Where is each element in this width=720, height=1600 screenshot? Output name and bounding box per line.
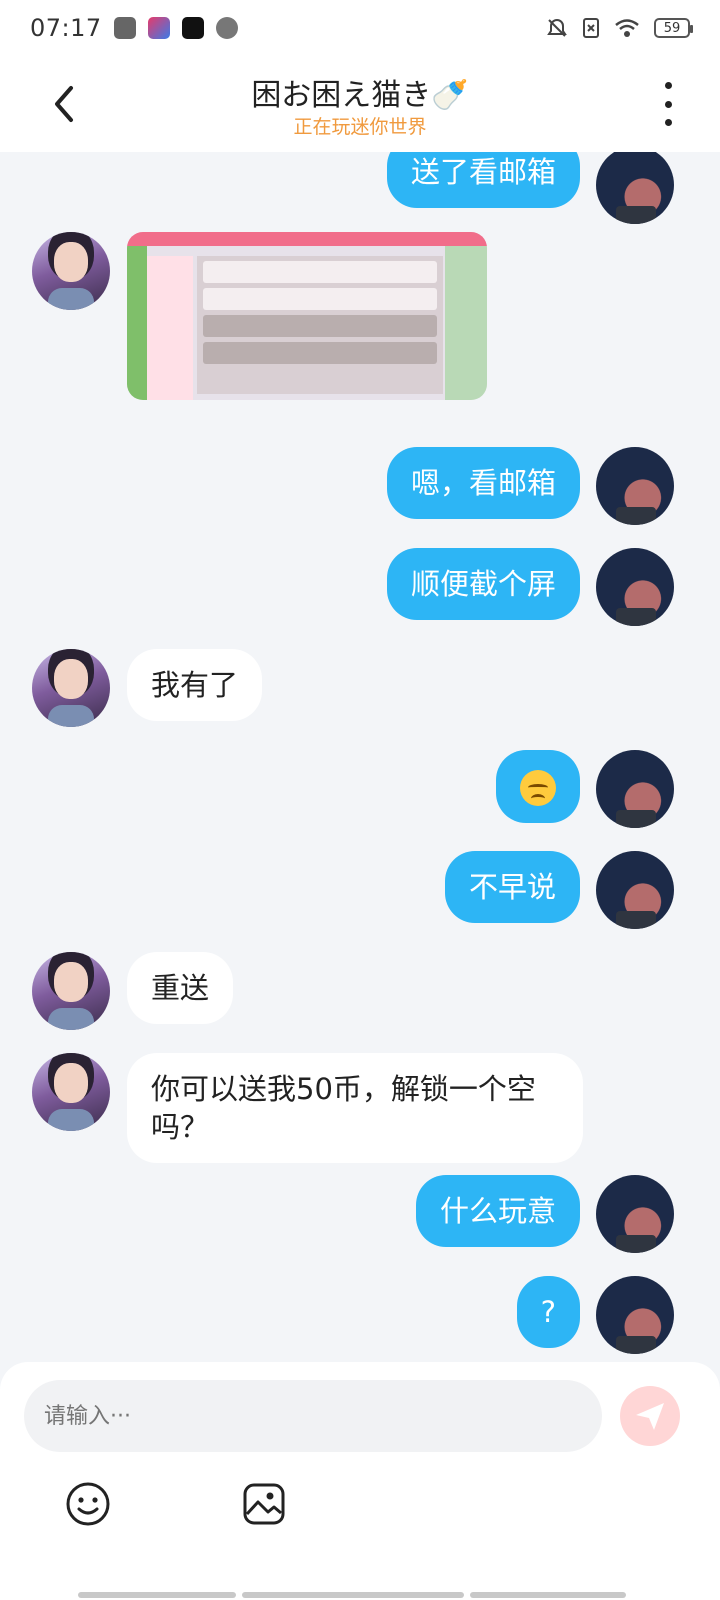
- send-icon: [636, 1403, 664, 1430]
- app-notification-icon: [147, 17, 170, 39]
- message-bubble[interactable]: 你可以送我50币，解锁一个空吗？: [127, 1053, 583, 1163]
- nav-bar: [78, 1592, 236, 1598]
- my-avatar[interactable]: [596, 1276, 674, 1354]
- image-icon: [243, 1483, 285, 1525]
- tiktok-icon: [181, 17, 204, 39]
- message-input[interactable]: [24, 1380, 602, 1452]
- contact-status: 正在玩迷你世界: [293, 116, 427, 138]
- status-bar: 07:17 59: [0, 0, 720, 56]
- message-bubble[interactable]: 送了看邮箱: [386, 152, 580, 208]
- my-avatar[interactable]: [596, 548, 674, 626]
- status-time: 07:17: [30, 14, 102, 42]
- nav-bar: [242, 1592, 464, 1598]
- message-bubble[interactable]: 我有了: [127, 649, 263, 721]
- message-bubble[interactable]: 顺便截个屏: [386, 548, 580, 620]
- image-button[interactable]: [240, 1480, 288, 1528]
- emoji-icon: [66, 1482, 110, 1526]
- cloud-icon: [215, 17, 238, 39]
- chat-header: 困お困え猫き🍼 正在玩迷你世界: [0, 56, 720, 152]
- contact-name: 困お困え猫き🍼: [251, 78, 469, 113]
- send-button[interactable]: [620, 1386, 680, 1446]
- battery-icon: 59: [654, 18, 693, 38]
- message-bubble[interactable]: 嗯，看邮箱: [386, 447, 580, 519]
- message-bubble[interactable]: ?: [516, 1276, 580, 1348]
- composer: [0, 1362, 720, 1600]
- message-bubble[interactable]: 不早说: [444, 851, 580, 923]
- my-avatar[interactable]: [596, 750, 674, 828]
- status-left: 07:17: [30, 14, 238, 42]
- contact-avatar[interactable]: [32, 649, 110, 727]
- mute-icon: [547, 18, 567, 37]
- status-right: 59: [546, 17, 693, 39]
- app-notification-icon: [113, 17, 136, 39]
- more-icon: [664, 82, 672, 89]
- nav-bar: [470, 1592, 626, 1598]
- my-avatar[interactable]: [596, 851, 674, 929]
- contact-avatar[interactable]: [32, 232, 110, 310]
- emoji-button[interactable]: [64, 1480, 112, 1528]
- my-avatar[interactable]: [596, 447, 674, 525]
- message-bubble[interactable]: 重送: [127, 952, 234, 1024]
- my-avatar[interactable]: [596, 152, 674, 224]
- more-button[interactable]: [656, 82, 680, 126]
- sweat-emoji-icon: [520, 770, 556, 806]
- contact-avatar[interactable]: [32, 952, 110, 1030]
- image-message[interactable]: [127, 232, 487, 400]
- my-avatar[interactable]: [596, 1175, 674, 1253]
- sim-icon: [583, 18, 599, 38]
- wifi-icon: [615, 19, 639, 37]
- message-bubble[interactable]: [496, 750, 580, 823]
- chat-list[interactable]: 送了看邮箱 嗯，看邮箱 顺便截个屏 我有了 不早说 重送 你可以送我50币，解锁…: [0, 152, 720, 1392]
- message-bubble[interactable]: 什么玩意: [415, 1175, 580, 1247]
- contact-avatar[interactable]: [32, 1053, 110, 1131]
